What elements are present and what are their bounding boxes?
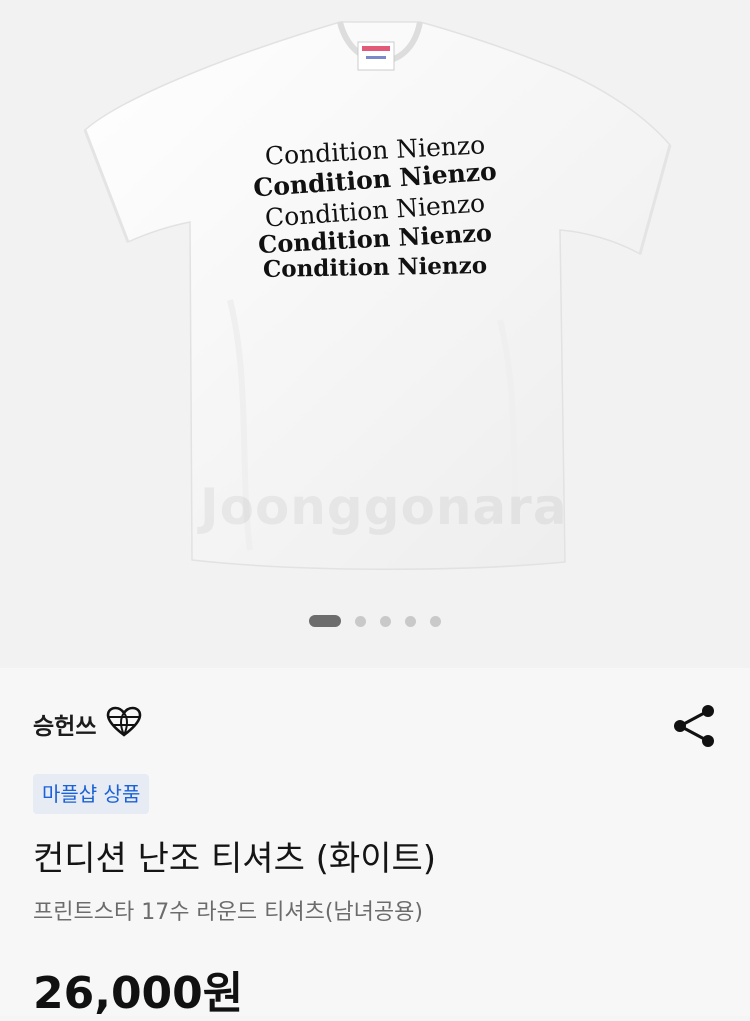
product-image-area[interactable]: Condition Nienzo Condition Nienzo Condit… xyxy=(0,0,750,668)
marpple-shop-badge: 마플샵 상품 xyxy=(33,774,150,814)
product-photo: Condition Nienzo Condition Nienzo Condit… xyxy=(0,0,750,600)
product-subtitle: 프린트스타 17수 라운드 티셔츠(남녀공용) xyxy=(33,900,423,925)
share-icon xyxy=(674,705,714,747)
watermark: Joonggonara xyxy=(200,478,568,536)
product-price: 26,000원 xyxy=(33,968,244,1019)
carousel-dot[interactable] xyxy=(380,615,391,627)
carousel-dot[interactable] xyxy=(430,615,441,627)
seller-row[interactable]: 승헌쓰 xyxy=(33,706,142,742)
shirt-print-line: Condition Nienzo xyxy=(262,252,488,283)
carousel-dot[interactable] xyxy=(355,615,366,627)
carousel-indicator xyxy=(0,614,750,628)
carousel-dot-active[interactable] xyxy=(309,615,341,627)
product-title: 컨디션 난조 티셔츠 (화이트) xyxy=(33,839,437,879)
heart-globe-icon xyxy=(106,706,142,742)
seller-name[interactable]: 승헌쓰 xyxy=(33,707,96,741)
share-button[interactable] xyxy=(668,702,720,750)
product-info: 승헌쓰 마플샵 상품 컨디션 난조 티셔츠 (화이트) 프린트스타 17수 라운… xyxy=(0,668,750,1019)
carousel-dot[interactable] xyxy=(405,615,416,627)
